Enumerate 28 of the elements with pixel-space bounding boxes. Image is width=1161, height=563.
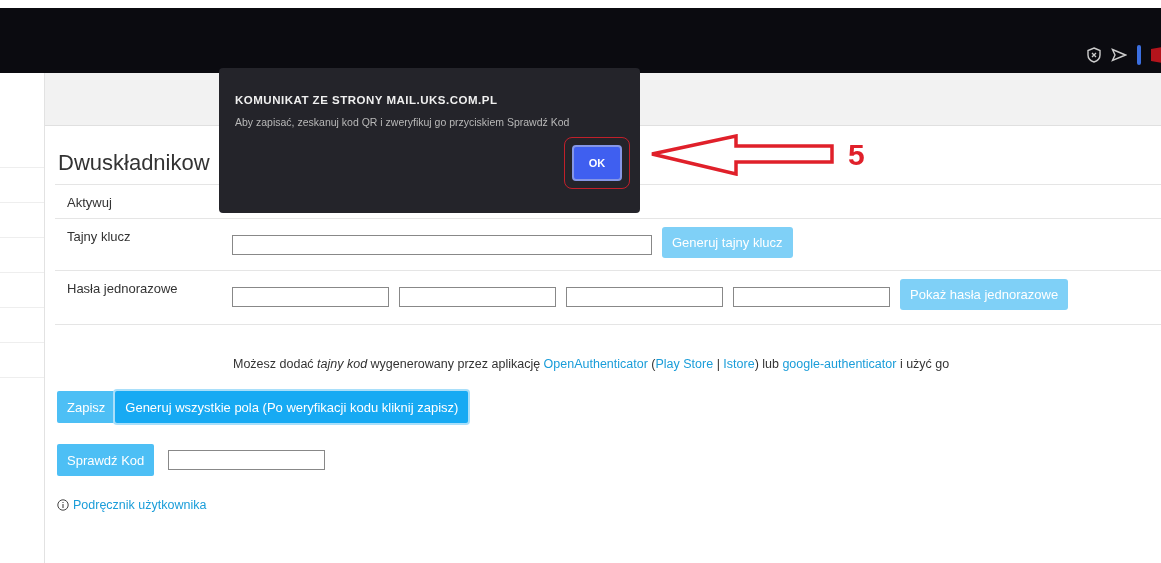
- app-link[interactable]: google-authenticator: [782, 357, 897, 371]
- dialog-message: Aby zapisać, zeskanuj kod QR i zweryfikuj go przyciskiem Sprawdź Kod: [235, 116, 571, 128]
- show-codes-button[interactable]: Pokaż hasła jednorazowe: [900, 279, 1069, 310]
- shield-close-icon[interactable]: [1087, 47, 1101, 63]
- page-title: Dwuskładnikow: [57, 149, 210, 177]
- generate-all-button[interactable]: Generuj wszystkie pola (Po weryfikacji kodu kliknij zapisz): [115, 391, 469, 423]
- code-input-field[interactable]: [168, 450, 326, 470]
- manual-link[interactable]: Podręcznik użytkownika: [73, 498, 207, 512]
- field-label: Hasła jednorazowe: [67, 280, 179, 296]
- field-label: Aktywuj: [67, 194, 113, 210]
- save-button[interactable]: Zapisz: [57, 391, 116, 423]
- ok-button[interactable]: OK: [572, 145, 622, 181]
- app-link[interactable]: Istore: [723, 357, 755, 371]
- info-text: Możesz dodać tajny kod wygenerowany przez aplikację OpenAuthenticator (Play Store | Istore) lub google-authenticator i użyć go: [233, 357, 951, 371]
- app-link[interactable]: Play Store: [655, 357, 714, 371]
- app-link[interactable]: OpenAuthenticator: [543, 357, 648, 371]
- input-field[interactable]: [399, 287, 556, 307]
- send-icon[interactable]: [1111, 48, 1127, 62]
- input-field[interactable]: [232, 287, 389, 307]
- generate-key-button[interactable]: Generuj tajny klucz: [662, 227, 793, 258]
- input-field[interactable]: [733, 287, 890, 307]
- dialog-title: KOMUNIKAT ZE STRONY MAIL.UKS.COM.PL: [235, 94, 499, 106]
- field-label: Tajny klucz: [67, 228, 132, 244]
- info-icon: [57, 499, 69, 511]
- step-number: 5: [848, 138, 865, 172]
- input-field[interactable]: [566, 287, 723, 307]
- input-field[interactable]: [232, 235, 652, 255]
- check-code-button[interactable]: Sprawdź Kod: [57, 444, 155, 476]
